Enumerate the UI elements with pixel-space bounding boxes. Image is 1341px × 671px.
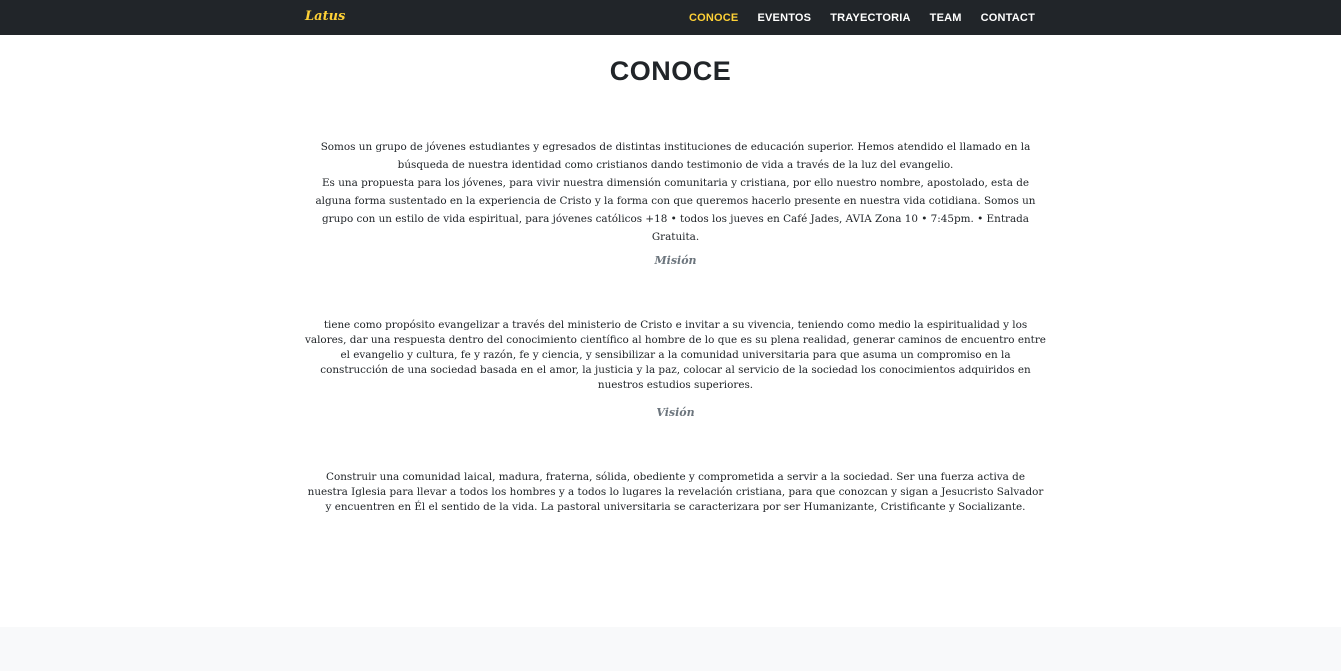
brand-logo[interactable]: Latus (305, 9, 345, 24)
vision-heading: Visión (656, 406, 695, 419)
nav-item-team: TEAM (920, 12, 971, 24)
nav-link-contact[interactable]: CONTACT (971, 12, 1035, 24)
conoce-section: CONOCE Somos un grupo de jóvenes estudia… (0, 35, 1341, 627)
page-title: CONOCE (609, 56, 732, 86)
nav-item-eventos: EVENTOS (748, 12, 821, 24)
footer-section (0, 627, 1341, 671)
nav-link-conoce[interactable]: CONOCE (679, 12, 747, 24)
nav-menu: CONOCE EVENTOS TRAYECTORIA TEAM CONTACT (679, 0, 1035, 35)
top-navbar: Latus CONOCE EVENTOS TRAYECTORIA TEAM CO… (0, 0, 1341, 35)
vision-text: Construir una comunidad laical, madura, … (307, 471, 1044, 513)
intro-paragraph-1: Somos un grupo de jóvenes estudiantes y … (320, 141, 1031, 171)
intro-text: Somos un grupo de jóvenes estudiantes y … (305, 138, 1046, 246)
nav-link-trayectoria[interactable]: TRAYECTORIA (821, 12, 920, 24)
nav-link-eventos[interactable]: EVENTOS (748, 12, 821, 24)
nav-link-team[interactable]: TEAM (920, 12, 971, 24)
nav-item-conoce: CONOCE (679, 12, 747, 24)
mision-heading: Misión (654, 254, 697, 267)
nav-item-trayectoria: TRAYECTORIA (821, 12, 920, 24)
mision-text: tiene como propósito evangelizar a travé… (305, 319, 1046, 391)
intro-paragraph-2: Es una propuesta para los jóvenes, para … (315, 177, 1036, 243)
nav-item-contact: CONTACT (971, 12, 1035, 24)
